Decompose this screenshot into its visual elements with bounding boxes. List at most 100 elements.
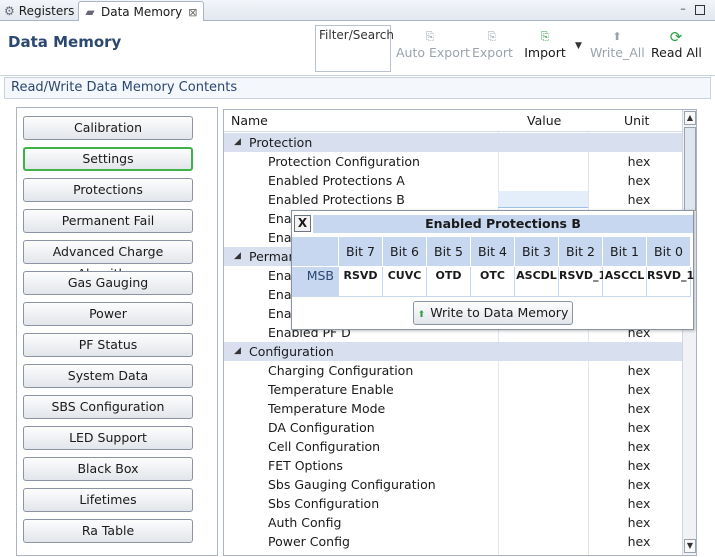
close-icon[interactable]: ⊠	[188, 6, 197, 19]
unit-cell: hex	[627, 496, 651, 511]
item-name: Power Config	[268, 534, 350, 549]
category-button-ra-table[interactable]: Ra Table	[23, 519, 193, 543]
bit-field-popup: X Enabled Protections B MSB Bit 7 RSVD Bit …	[291, 210, 694, 330]
import-dropdown-arrow-icon[interactable]: ▼	[575, 41, 582, 51]
category-button-system-data[interactable]: System Data	[23, 364, 193, 388]
item-name: Sbs Configuration	[268, 496, 380, 511]
item-name: Ena	[268, 306, 292, 321]
chip-icon: ▰	[85, 5, 95, 19]
export-button[interactable]: ⎘ Export	[472, 29, 513, 69]
write-all-button[interactable]: ⬆ Write_All	[590, 29, 645, 69]
gear-icon: ⚙	[4, 4, 15, 18]
category-button-lifetimes[interactable]: Lifetimes	[23, 488, 193, 512]
unit-cell: hex	[627, 439, 651, 454]
table-row[interactable]: Enabled Protections A hex	[224, 171, 682, 190]
column-header-unit[interactable]: Unit	[624, 110, 649, 132]
table-header: Name Value Unit	[224, 110, 682, 132]
category-button-advanced-charge-algorithm[interactable]: Advanced Charge Algorithm	[23, 240, 193, 281]
scroll-down-icon[interactable]: ▼	[684, 539, 696, 553]
unit-cell: hex	[627, 477, 651, 492]
category-button-calibration[interactable]: Calibration	[23, 116, 193, 140]
table-group-row[interactable]: ◢ Configuration	[224, 342, 682, 361]
vertical-scrollbar[interactable]: ▲ ▼	[682, 110, 696, 555]
bit-value-cell[interactable]: ASCCL	[603, 267, 647, 297]
bit-header: Bit 6	[383, 237, 427, 266]
category-button-settings[interactable]: Settings	[23, 147, 193, 171]
unit-cell: hex	[627, 515, 651, 530]
category-button-led-support[interactable]: LED Support	[23, 426, 193, 450]
item-name: Temperature Mode	[268, 401, 386, 416]
bit-value-cell[interactable]: ASCDL	[515, 267, 559, 297]
table-group-row[interactable]: ◢ Protection	[224, 133, 682, 152]
bit-value-cell[interactable]: RSVD_1	[559, 267, 606, 297]
bit-header: Bit 5	[427, 237, 471, 266]
bit-header: Bit 2	[559, 237, 603, 266]
search-input[interactable]: Filter/Search	[315, 25, 394, 72]
item-name: Protection Configuration	[268, 154, 420, 169]
table-row[interactable]: Sbs Gauging Configuration hex	[224, 475, 682, 494]
unit-cell: hex	[627, 173, 651, 188]
category-button-sbs-configuration[interactable]: SBS Configuration	[23, 395, 193, 419]
tab-data-memory[interactable]: ▰ Data Memory ⊠	[78, 1, 204, 22]
expand-triangle-icon[interactable]: ◢	[234, 342, 241, 361]
bit-value-cell[interactable]: RSVD	[339, 267, 383, 297]
expand-triangle-icon[interactable]: ◢	[234, 133, 241, 152]
item-name: Enabled Protections A	[268, 173, 405, 188]
bit-header: Bit 7	[339, 237, 383, 266]
table-row[interactable]: FET Options hex	[224, 456, 682, 475]
tab-registers[interactable]: ⚙ Registers	[0, 1, 78, 21]
column-header-name[interactable]: Name	[231, 110, 268, 132]
table-row[interactable]: Charging Configuration hex	[224, 361, 682, 380]
read-all-button[interactable]: ⟳ Read All	[651, 28, 702, 69]
bit-value-cell[interactable]: OTD	[427, 267, 471, 297]
unit-cell: hex	[627, 192, 651, 207]
bit-value-cell[interactable]: OTC	[471, 267, 515, 297]
bit-header: Bit 3	[515, 237, 559, 266]
item-name: Temperature Enable	[268, 382, 394, 397]
category-button-pf-status[interactable]: PF Status	[23, 333, 193, 357]
expand-triangle-icon[interactable]: ◢	[234, 247, 241, 266]
write-to-data-memory-button[interactable]: ⬆ Write to Data Memory	[413, 301, 573, 325]
scroll-thumb[interactable]	[684, 127, 696, 211]
data-memory-header: Data Memory Filter/Search ⎘ Auto Export …	[0, 21, 715, 76]
scroll-up-icon[interactable]: ▲	[684, 111, 696, 125]
item-name: Ena	[268, 211, 292, 226]
table-row[interactable]: Cell Configuration hex	[224, 437, 682, 456]
refresh-icon: ⟳	[669, 28, 683, 46]
write-icon: ⬆	[417, 310, 426, 320]
minimize-icon[interactable]: –	[677, 3, 689, 15]
category-button-power[interactable]: Power	[23, 302, 193, 326]
table-row[interactable]: Auth Config hex	[224, 513, 682, 532]
maximize-icon[interactable]	[695, 5, 705, 15]
popup-close-button[interactable]: X	[294, 215, 311, 232]
category-button-black-box[interactable]: Black Box	[23, 457, 193, 481]
category-panel: Calibration Settings Protections Permane…	[16, 107, 218, 556]
category-button-protections[interactable]: Protections	[23, 178, 193, 202]
table-row[interactable]: Power Config hex	[224, 532, 682, 551]
table-row[interactable]: Sbs Configuration hex	[224, 494, 682, 513]
table-row[interactable]: DA Configuration hex	[224, 418, 682, 437]
unit-cell: hex	[627, 382, 651, 397]
unit-cell: hex	[627, 534, 651, 549]
item-name: Enabled Protections B	[268, 192, 405, 207]
category-button-permanent-fail[interactable]: Permanent Fail	[23, 209, 193, 233]
unit-cell: hex	[627, 458, 651, 473]
table-row[interactable]: Enabled Protections B hex	[224, 190, 682, 209]
category-button-gas-gauging[interactable]: Gas Gauging	[23, 271, 193, 295]
export-icon: ⎘	[487, 30, 497, 43]
tab-registers-label: Registers	[18, 4, 75, 18]
popup-title: Enabled Protections B	[313, 215, 693, 233]
auto-export-button[interactable]: ⎘ Auto Export	[396, 29, 470, 69]
bit-header: Bit 4	[471, 237, 515, 266]
table-row[interactable]: Temperature Mode hex	[224, 399, 682, 418]
import-button[interactable]: ⎘ Import	[524, 29, 566, 69]
bit-value-cell[interactable]: RSVD_1	[647, 267, 694, 297]
value-cell-selected[interactable]	[498, 191, 588, 208]
table-row[interactable]: Temperature Enable hex	[224, 380, 682, 399]
table-row[interactable]: Protection Configuration hex	[224, 152, 682, 171]
column-header-value[interactable]: Value	[527, 110, 561, 132]
msb-label: MSB	[292, 267, 339, 297]
bit-value-cell[interactable]: CUVC	[383, 267, 427, 297]
unit-cell: hex	[627, 401, 651, 416]
group-name: Protection	[249, 135, 313, 150]
